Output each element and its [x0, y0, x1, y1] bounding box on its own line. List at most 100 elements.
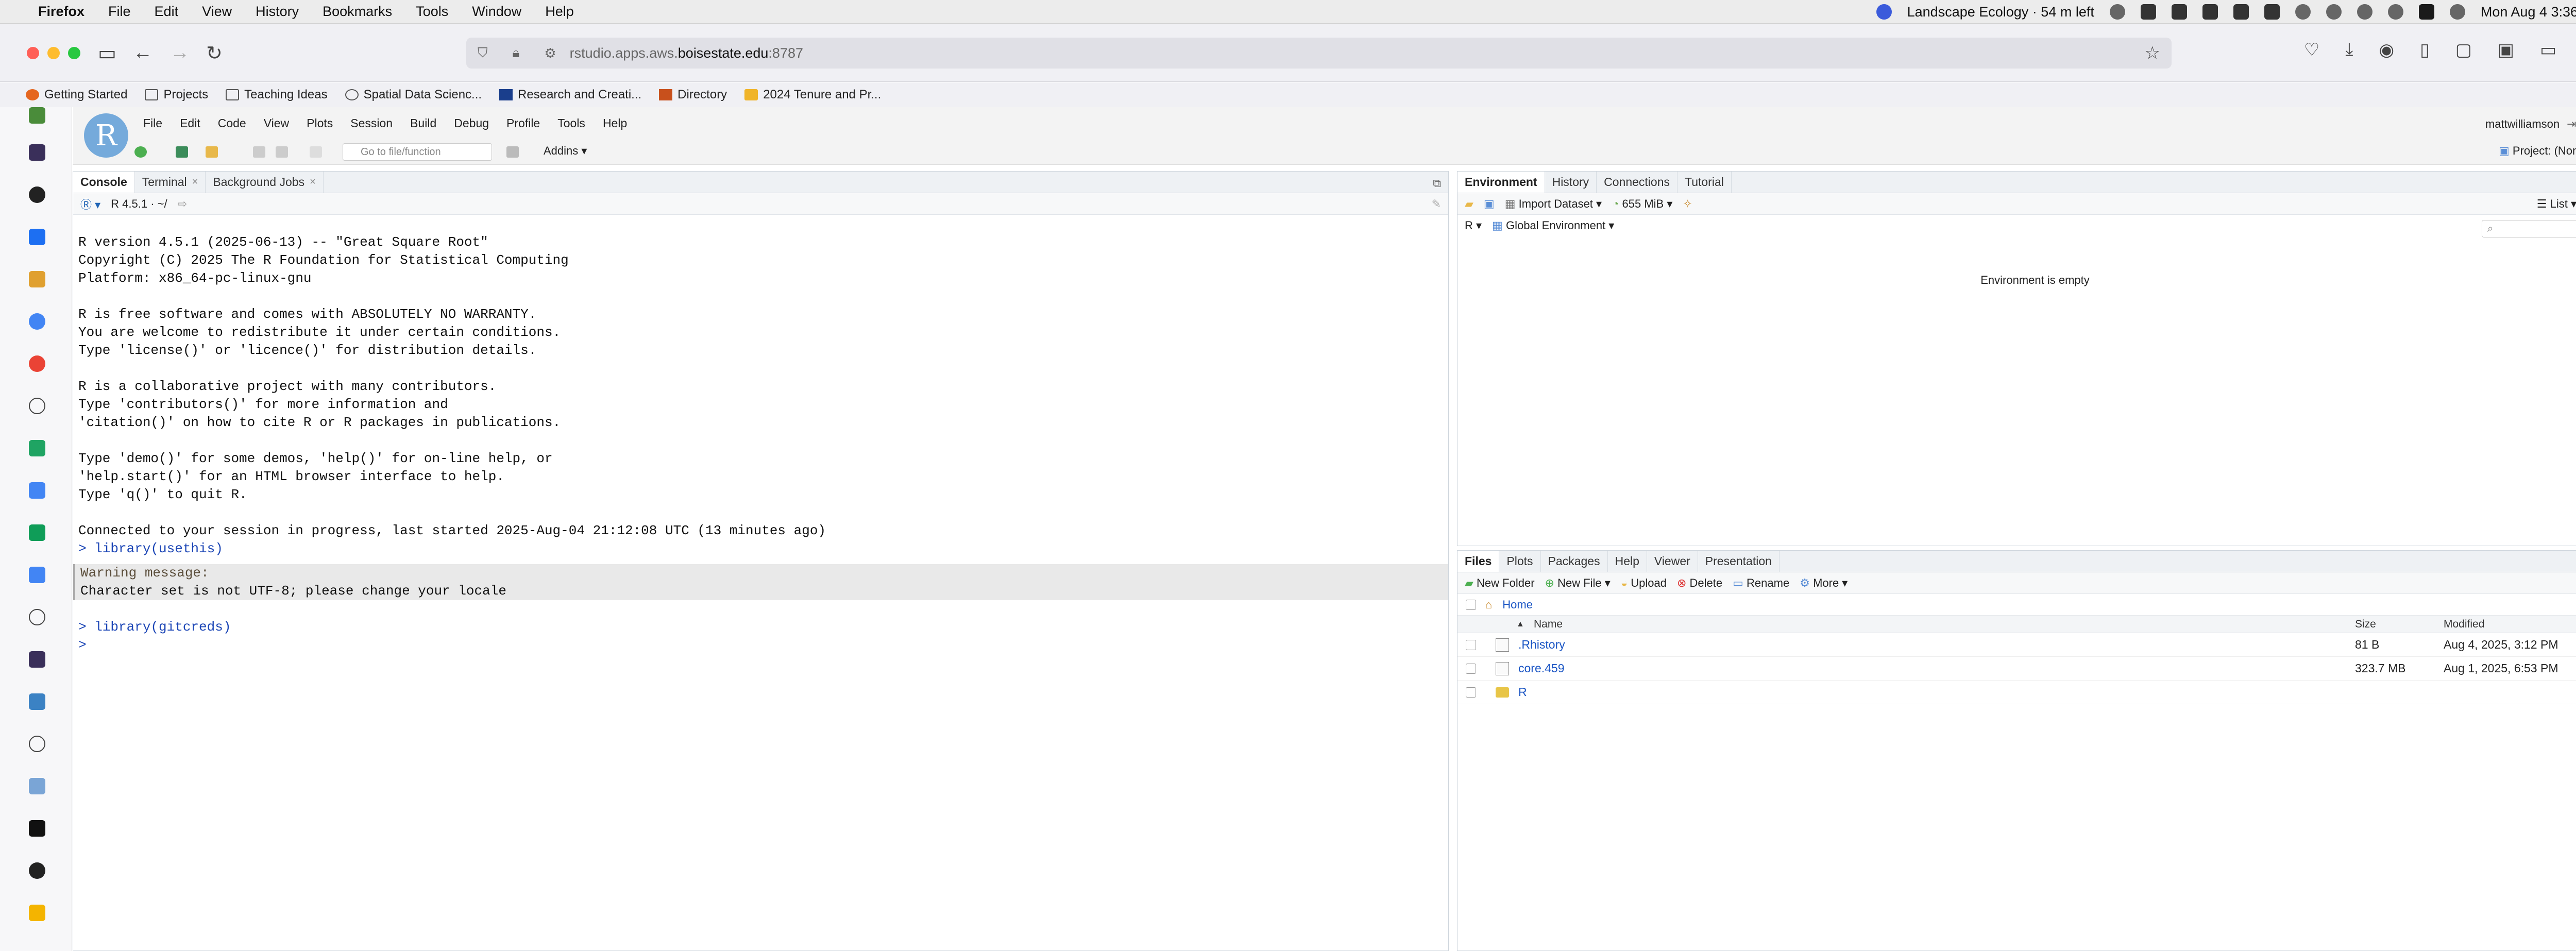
home-icon[interactable]: ⌂ [1485, 598, 1492, 612]
file-name[interactable]: core.459 [1518, 661, 1565, 675]
console-prompt[interactable]: > [78, 636, 1443, 654]
sidebar-icon-8[interactable] [29, 905, 45, 921]
rs-menu-view[interactable]: View [264, 116, 289, 130]
bookmark-directory[interactable]: Directory [659, 88, 727, 102]
clock[interactable]: Mon Aug 4 3:36 PM [2481, 4, 2576, 20]
globe-icon[interactable] [29, 398, 45, 414]
list-view-dropdown[interactable]: ☰ List ▾ [2537, 197, 2576, 211]
sign-out-icon[interactable]: ⇥ [2567, 117, 2576, 131]
workspace-panes-icon[interactable] [506, 146, 519, 158]
tray-icon-2[interactable] [2171, 4, 2187, 20]
project-menu[interactable]: ▣ Project: (None) ▾ [2499, 144, 2576, 158]
tray-icon-4[interactable] [2233, 4, 2249, 20]
tray-icon-3[interactable] [2202, 4, 2218, 20]
memory-usage[interactable]: ◔ 655 MiB ▾ [1612, 197, 1672, 211]
zoom-window-button[interactable] [68, 47, 80, 59]
new-project-icon[interactable] [176, 146, 188, 158]
row-checkbox[interactable] [1466, 663, 1476, 674]
nyt-icon[interactable] [29, 820, 45, 837]
bookmark-teaching-ideas[interactable]: Teaching Ideas [226, 88, 328, 102]
tab-viewer[interactable]: Viewer [1647, 551, 1698, 572]
goto-directory-icon[interactable]: ⇨ [178, 197, 187, 211]
pocket-icon[interactable]: ♡ [2304, 40, 2319, 60]
file-name[interactable]: .Rhistory [1518, 638, 1565, 652]
extension-icon-3[interactable]: ▣ [2498, 40, 2514, 60]
more-button[interactable]: ⚙ More ▾ [1800, 576, 1848, 590]
chrome-icon[interactable] [29, 313, 45, 330]
new-file-button[interactable]: ⊕ New File ▾ [1545, 576, 1611, 590]
menu-edit[interactable]: Edit [155, 4, 179, 20]
row-checkbox[interactable] [1466, 687, 1476, 698]
tray-icon-6[interactable] [2418, 4, 2434, 20]
tab-files[interactable]: Files [1458, 551, 1500, 572]
tab-connections[interactable]: Connections [1597, 172, 1677, 193]
reload-button[interactable]: ↻ [206, 42, 223, 65]
docs-icon[interactable] [29, 482, 45, 499]
bookmark-star-icon[interactable]: ☆ [2145, 43, 2160, 63]
notion-icon[interactable] [2140, 4, 2156, 20]
sidebar-icon-4[interactable] [29, 524, 45, 541]
clear-console-icon[interactable]: ✎ [1432, 197, 1441, 211]
github-icon-2[interactable] [29, 862, 45, 879]
environment-search-input[interactable]: ⌕ [2482, 220, 2576, 237]
menu-tools[interactable]: Tools [416, 4, 448, 20]
tab-help[interactable]: Help [1608, 551, 1647, 572]
row-checkbox[interactable] [1466, 639, 1476, 650]
save-icon[interactable] [253, 146, 265, 158]
table-row[interactable]: .Rhistory 81 B Aug 4, 2025, 3:12 PM [1458, 633, 2576, 657]
column-size[interactable]: Size [2355, 618, 2376, 631]
tab-console[interactable]: Console [73, 172, 135, 193]
minimize-window-button[interactable] [47, 47, 60, 59]
save-workspace-icon[interactable]: ▣ [1484, 197, 1495, 211]
r-version-icon[interactable]: Ⓡ ▾ [80, 196, 100, 212]
bookmark-research[interactable]: Research and Creati... [499, 88, 641, 102]
globe-icon-2[interactable] [29, 736, 45, 752]
menu-history[interactable]: History [256, 4, 299, 20]
sort-asc-icon[interactable]: ▲ [1516, 620, 1524, 629]
clear-environment-icon[interactable]: ✧ [1683, 197, 1692, 211]
tab-tutorial[interactable]: Tutorial [1677, 172, 1732, 193]
menu-file[interactable]: File [108, 4, 131, 20]
docs-icon-2[interactable] [29, 567, 45, 583]
open-file-icon[interactable] [206, 146, 218, 158]
back-button[interactable]: ← [133, 42, 152, 64]
rs-menu-plots[interactable]: Plots [307, 116, 333, 130]
sidebar-icon-1[interactable] [29, 107, 45, 124]
table-row[interactable]: core.459 323.7 MB Aug 1, 2025, 6:53 PM [1458, 657, 2576, 681]
chrome-icon-2[interactable] [29, 355, 45, 372]
goto-file-input[interactable]: Go to file/function [343, 143, 492, 161]
select-all-checkbox[interactable] [1466, 599, 1476, 610]
close-icon[interactable]: × [192, 176, 198, 188]
upload-button[interactable]: ◒ Upload [1621, 576, 1667, 590]
info-icon[interactable] [29, 609, 45, 625]
close-window-button[interactable] [27, 47, 39, 59]
tab-terminal[interactable]: Terminal × [135, 172, 206, 193]
forward-button[interactable]: → [170, 42, 190, 64]
bluetooth-icon[interactable] [2326, 4, 2342, 20]
tab-background-jobs[interactable]: Background Jobs × [206, 172, 324, 193]
load-workspace-icon[interactable]: ▰ [1465, 197, 1473, 211]
tray-icon-5[interactable] [2264, 4, 2280, 20]
bookmark-spatial-data[interactable]: Spatial Data Scienc... [345, 88, 482, 102]
column-modified[interactable]: Modified [2444, 618, 2484, 631]
wifi-icon[interactable] [2357, 4, 2372, 20]
tab-environment[interactable]: Environment [1458, 172, 1545, 193]
menu-help[interactable]: Help [545, 4, 574, 20]
sidebar-icon-5[interactable] [29, 651, 45, 668]
play-icon[interactable] [2295, 4, 2311, 20]
meta-icon[interactable] [29, 229, 45, 245]
rs-menu-profile[interactable]: Profile [506, 116, 540, 130]
console-output[interactable]: R version 4.5.1 (2025-06-13) -- "Great S… [73, 233, 1448, 945]
file-name[interactable]: R [1518, 685, 1527, 699]
sidebar-toggle-icon[interactable]: ▭ [98, 42, 116, 65]
shield-icon[interactable]: ⛉ [478, 45, 488, 61]
bookmark-getting-started[interactable]: Getting Started [26, 88, 127, 102]
tab-history[interactable]: History [1545, 172, 1597, 193]
downloads-icon[interactable]: ⤓ [2345, 40, 2353, 60]
rs-menu-help[interactable]: Help [603, 116, 627, 130]
sidebar-icon-6[interactable] [29, 693, 45, 710]
account-icon[interactable]: ◉ [2379, 40, 2394, 60]
tab-packages[interactable]: Packages [1541, 551, 1608, 572]
menu-bookmarks[interactable]: Bookmarks [323, 4, 392, 20]
rs-menu-code[interactable]: Code [218, 116, 246, 130]
